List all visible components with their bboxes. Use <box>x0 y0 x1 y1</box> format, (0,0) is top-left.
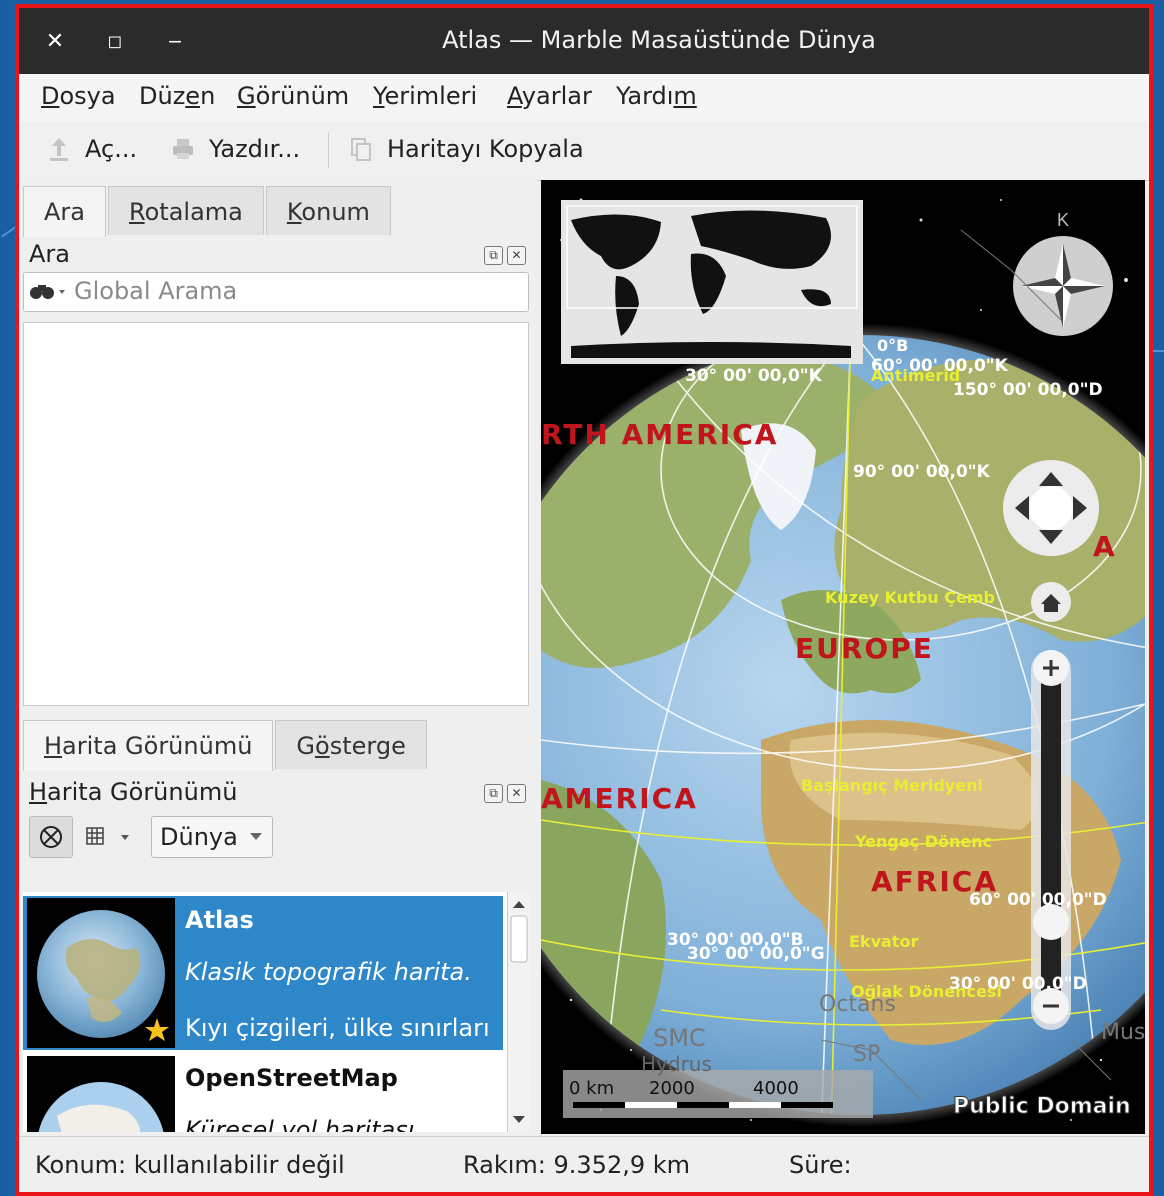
menu-bookmarks[interactable]: Yerimleri <box>373 82 477 110</box>
map-canvas[interactable]: K RTH AMERICA AMERICA EUROPE AFRICA A 0°… <box>541 180 1145 1134</box>
scale-label-end: 4000 <box>753 1078 799 1099</box>
open-button[interactable]: Aç... <box>47 135 137 163</box>
celestial-body-select[interactable]: Dünya <box>151 816 273 858</box>
grid-label: 30° 00' 00,0"K <box>685 366 822 386</box>
menu-settings[interactable]: Ayarlar <box>507 82 592 110</box>
search-field[interactable]: Global Arama <box>23 272 529 312</box>
grid-label: 150° 00' 00,0"D <box>953 380 1103 400</box>
grid-icon <box>86 827 129 845</box>
tab-legend[interactable]: Gösterge <box>275 720 427 769</box>
star-icon <box>145 1018 169 1041</box>
circle-label: Yengeç Dönenc <box>855 832 993 851</box>
menu-view[interactable]: Görünüm <box>237 82 349 110</box>
copy-map-button[interactable]: Haritayı Kopyala <box>349 135 584 163</box>
print-button[interactable]: Yazdır... <box>171 135 300 163</box>
navigation-widget[interactable] <box>1003 460 1099 556</box>
search-results-list[interactable] <box>23 322 529 706</box>
close-panel-icon[interactable]: ✕ <box>507 784 526 803</box>
tab-routing[interactable]: Rotalama <box>108 186 264 235</box>
title-bar: ✕ ◻ ‒ Atlas — Marble Masaüstünde Dünya <box>19 8 1149 74</box>
map-theme-list[interactable]: Atlas Klasik topografik harita. Kıyı çiz… <box>23 892 507 1132</box>
tab-map-view[interactable]: Harita Görünümü <box>23 720 274 771</box>
theme-thumbnail <box>27 898 175 1048</box>
circle-label: Başlangıç Meridyeni <box>801 776 983 795</box>
close-panel-icon[interactable]: ✕ <box>507 246 526 265</box>
projection-button[interactable] <box>29 816 73 858</box>
theme-list-scrollbar[interactable] <box>507 892 530 1132</box>
toolbar: Aç... Yazdır... Haritayı Kopyala <box>19 122 1149 181</box>
map-view-panel-title: Harita Görünümü <box>29 778 238 806</box>
side-panel: Ara Rotalama Konum Ara ⧉ ✕ Global Arama … <box>19 180 537 1134</box>
menu-help[interactable]: Yardım <box>616 82 697 110</box>
binoculars-icon[interactable] <box>28 279 68 307</box>
position-status: Konum: kullanılabilir değil <box>35 1151 345 1179</box>
grid-label: 90° 00' 00,0"K <box>853 462 990 482</box>
label-north-america: RTH AMERICA <box>541 418 779 451</box>
altitude-status: Rakım: 9.352,9 km <box>463 1151 691 1179</box>
copy-icon <box>349 136 373 162</box>
star-label: SP <box>853 1042 881 1067</box>
scroll-down-icon <box>513 1116 525 1123</box>
search-placeholder: Global Arama <box>74 277 238 305</box>
grid-label: 0°B <box>877 336 909 355</box>
star-label: SMC <box>653 1024 706 1052</box>
home-button[interactable] <box>1031 582 1071 622</box>
circle-label: Antimerid <box>871 366 961 385</box>
float-panel-icon[interactable]: ⧉ <box>484 246 503 265</box>
duration-status: Süre: <box>789 1151 852 1179</box>
status-bar: Konum: kullanılabilir değil Rakım: 9.352… <box>19 1136 1149 1192</box>
star-label: Octans <box>819 992 896 1017</box>
app-window: ✕ ◻ ‒ Atlas — Marble Masaüstünde Dünya D… <box>15 4 1153 1196</box>
label-europe: EUROPE <box>795 632 934 665</box>
window-title: Atlas — Marble Masaüstünde Dünya <box>442 26 876 54</box>
list-item[interactable]: OpenStreetMap Küresel yol haritası <box>23 1054 503 1132</box>
bottom-tabs: Harita Görünümü Gösterge <box>23 720 429 771</box>
scroll-up-icon <box>513 901 525 908</box>
star-label: Musc <box>1101 1020 1145 1045</box>
theme-thumbnail <box>27 1056 175 1132</box>
globe-projection-icon <box>40 826 62 848</box>
circle-label: Ekvator <box>849 932 919 951</box>
star-label: Hydrus <box>641 1052 712 1076</box>
printer-icon <box>171 136 195 162</box>
zoom-slider[interactable] <box>1031 650 1071 1030</box>
circle-label: Kuzey Kutbu Çemb <box>825 588 995 607</box>
label-asia: A <box>1093 530 1115 563</box>
menu-edit[interactable]: Düzen <box>139 82 215 110</box>
grid-label: 30° 00' 00,0"G <box>687 944 825 964</box>
chevron-down-icon <box>250 833 262 840</box>
grid-dropdown[interactable] <box>85 822 135 852</box>
compass-north-label: K <box>1057 210 1069 230</box>
attribution-label[interactable]: Public Domain <box>953 1094 1132 1120</box>
scale-label-zero: 0 km <box>569 1078 615 1099</box>
open-icon <box>47 136 71 162</box>
overview-map[interactable] <box>561 200 863 364</box>
tab-location[interactable]: Konum <box>265 186 391 235</box>
menu-bar: Dosya Düzen Görünüm Yerimleri Ayarlar Ya… <box>19 74 1149 122</box>
menu-file[interactable]: Dosya <box>41 82 116 110</box>
toolbar-separator <box>328 132 329 168</box>
float-panel-icon[interactable]: ⧉ <box>484 784 503 803</box>
search-panel-title: Ara <box>29 240 70 268</box>
grid-label: 60° 00' 00,0"D <box>969 890 1107 910</box>
top-tabs: Ara Rotalama Konum <box>23 186 393 237</box>
scale-label-mid: 2000 <box>649 1078 695 1099</box>
label-south-america: AMERICA <box>541 782 698 815</box>
list-item[interactable]: Atlas Klasik topografik harita. Kıyı çiz… <box>23 896 503 1050</box>
tab-search[interactable]: Ara <box>23 186 106 237</box>
compass-widget[interactable] <box>1013 236 1113 336</box>
